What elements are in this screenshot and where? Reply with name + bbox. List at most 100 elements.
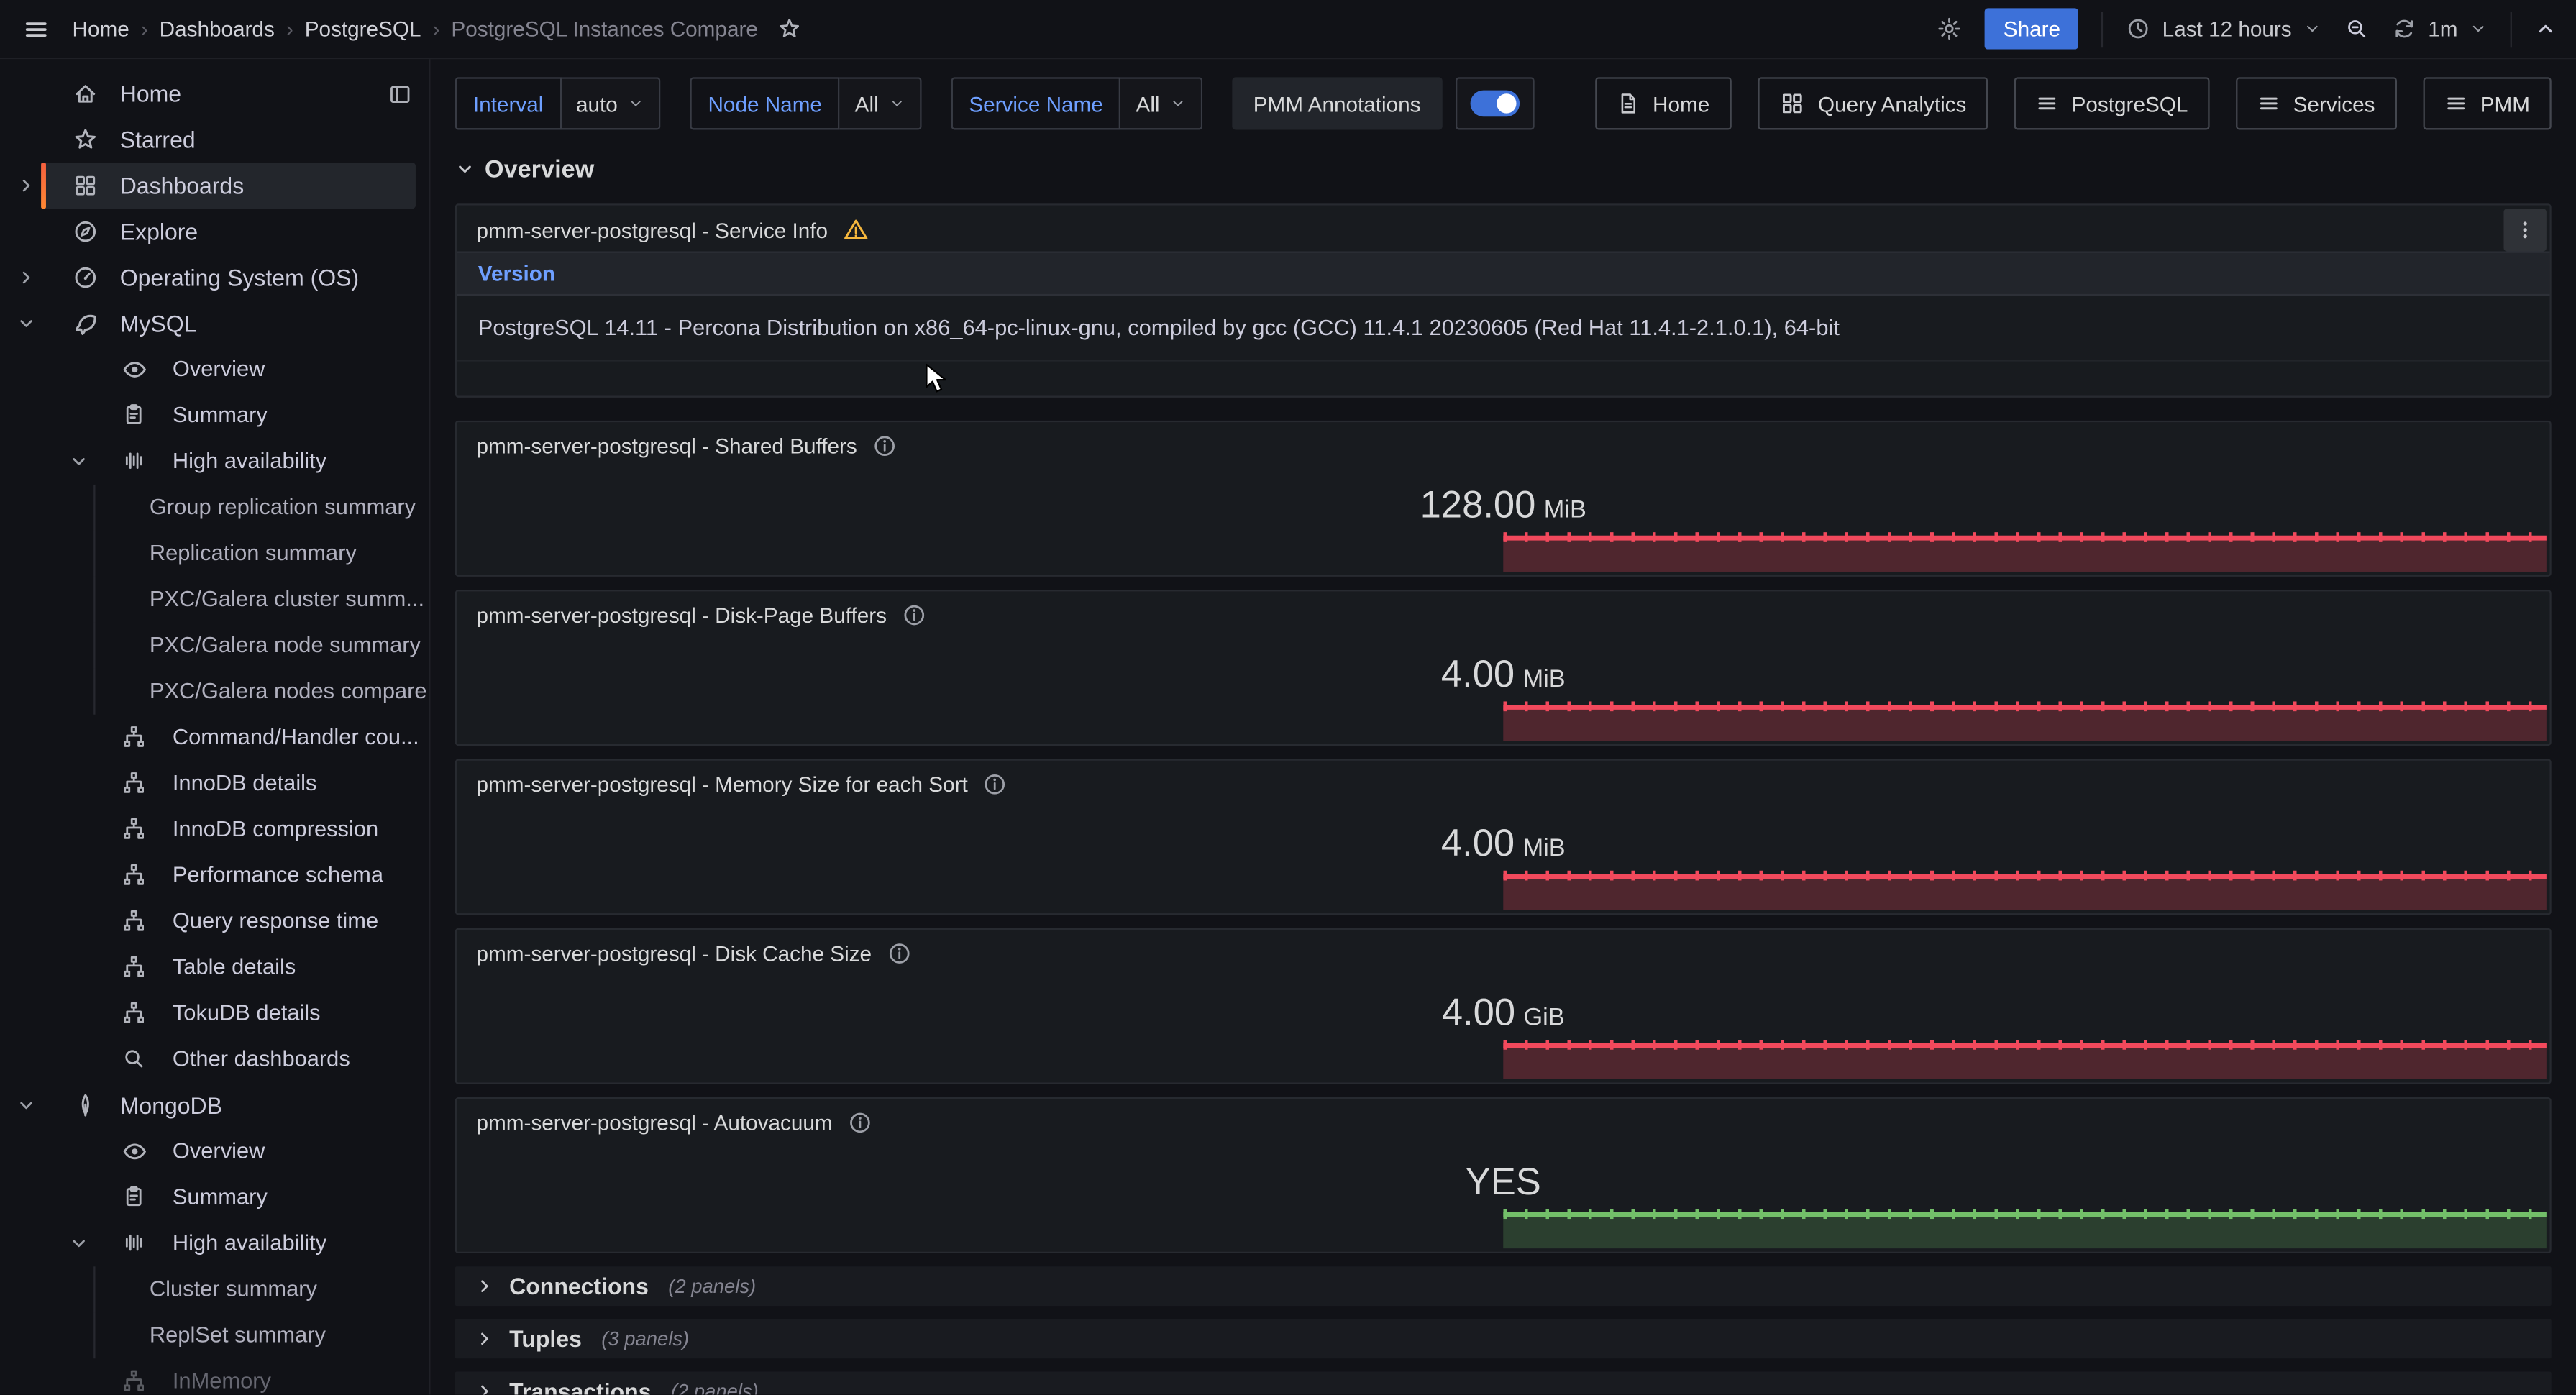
link-button-query-analytics[interactable]: Query Analytics [1758,77,1988,129]
sidebar-item-cluster-summary[interactable]: Cluster summary [0,1266,429,1312]
sidebar-item-label: Other dashboards [173,1046,350,1071]
panel-title[interactable]: pmm-server-postgresql - Disk-Page Buffer… [476,603,887,627]
sidebar-item-operating-system-os[interactable]: Operating System (OS) [0,255,429,301]
sidebar-item-pxc-galera-cluster-summ[interactable]: PXC/Galera cluster summ... [0,577,429,623]
info-circle-icon[interactable] [872,434,896,458]
sidebar-item-query-response-time[interactable]: Query response time [0,899,429,945]
variable-value-dropdown[interactable]: auto [561,77,660,129]
panel-title[interactable]: pmm-server-postgresql - Service Info [476,218,828,242]
refresh-interval-label: 1m [2428,17,2457,41]
info-circle-icon[interactable] [847,1110,872,1135]
variable-value: All [855,91,879,116]
sidebar-item-innodb-details[interactable]: InnoDB details [0,761,429,807]
favorite-star-icon[interactable] [777,17,802,41]
link-button-home[interactable]: Home [1595,77,1731,129]
stat-value: 4.00GiB [457,991,2549,1035]
share-button[interactable]: Share [1986,8,2079,49]
stat-value: 128.00MiB [457,483,2549,528]
sidebar-item-label: PXC/Galera cluster summ... [150,587,424,611]
chevron-right-icon[interactable] [17,175,36,195]
chevron-down-icon[interactable] [17,1096,36,1115]
collapse-header-chevron-up-icon[interactable] [2535,18,2557,40]
sidebar-item-group-replication-summary[interactable]: Group replication summary [0,485,429,531]
stat-panel-disk-cache-size: pmm-server-postgresql - Disk Cache Size 4… [455,928,2552,1084]
sidebar-item-innodb-compression[interactable]: InnoDB compression [0,807,429,853]
panel-menu-kebab-icon[interactable] [2503,209,2546,251]
link-button-pmm[interactable]: PMM [2423,77,2552,129]
variable-value-dropdown[interactable]: All [1121,77,1202,129]
sidebar-item-tokudb-details[interactable]: TokuDB details [0,991,429,1037]
info-circle-icon[interactable] [887,941,911,966]
gauge-icon [73,265,99,291]
sidebar-item-overview[interactable]: Overview [0,1128,429,1174]
clipboard-icon [122,403,146,427]
variable-label[interactable]: Service Name [951,77,1121,129]
sidebar-item-high-availability[interactable]: High availability [0,439,429,485]
chevron-right-icon[interactable] [17,267,36,287]
sidebar-item-performance-schema[interactable]: Performance schema [0,853,429,899]
collapsed-section-label: Transactions [509,1378,651,1395]
panel-title[interactable]: pmm-server-postgresql - Autovacuum [476,1110,832,1135]
chevron-down-icon[interactable] [69,1234,88,1253]
settings-gear-icon[interactable] [1937,17,1962,41]
variable-label[interactable]: Interval [455,77,562,129]
breadcrumb-home[interactable]: Home [73,17,129,41]
home-icon [73,81,99,107]
breadcrumb-current-page: PostgreSQL Instances Compare [451,17,757,41]
panel-title[interactable]: pmm-server-postgresql - Disk Cache Size [476,941,872,966]
breadcrumb-dashboards[interactable]: Dashboards [160,17,275,41]
link-button-postgresql[interactable]: PostgreSQL [2014,77,2209,129]
sidebar-item-starred[interactable]: Starred [0,116,429,163]
info-circle-icon[interactable] [902,603,926,627]
hamburger-menu-icon[interactable] [23,16,50,42]
sidebar-item-label: PXC/Galera node summary [150,633,421,657]
time-range-picker[interactable]: Last 12 hours [2126,17,2321,41]
info-circle-icon[interactable] [982,772,1007,797]
sidebar-item-home[interactable]: Home [0,70,429,116]
collapsed-section-transactions[interactable]: Transactions(2 panels) [455,1372,2552,1395]
sidebar-item-label: ReplSet summary [150,1322,326,1347]
section-header-overview[interactable]: Overview [455,152,2552,186]
sidebar-item-replset-summary[interactable]: ReplSet summary [0,1312,429,1358]
chevron-down-icon[interactable] [69,452,88,471]
zoom-out-icon[interactable] [2344,17,2369,41]
sidebar-item-overview[interactable]: Overview [0,347,429,393]
sidebar-item-inmemory[interactable]: InMemory [0,1358,429,1395]
sitemap-icon [122,1000,146,1025]
sidebar-item-mongodb[interactable]: MongoDB [0,1082,429,1128]
variable-value-dropdown[interactable]: All [840,77,921,129]
collapsed-section-tuples[interactable]: Tuples(3 panels) [455,1319,2552,1358]
table-column-header-version[interactable]: Version [457,252,2549,296]
chevron-down-icon[interactable] [17,314,36,333]
sidebar-item-replication-summary[interactable]: Replication summary [0,531,429,577]
variable-label[interactable]: Node Name [690,77,840,129]
sidebar-item-pxc-galera-nodes-compare[interactable]: PXC/Galera nodes compare [0,669,429,715]
sidebar-item-label: Operating System (OS) [120,265,359,291]
panel-title[interactable]: pmm-server-postgresql - Shared Buffers [476,434,857,458]
sidebar-item-mysql[interactable]: MySQL [0,301,429,347]
list-icon [2257,92,2280,115]
stat-number: 128.00 [1420,483,1536,526]
sidebar-item-other-dashboards[interactable]: Other dashboards [0,1036,429,1082]
dock-sidebar-icon[interactable] [388,82,412,106]
sidebar-item-high-availability[interactable]: High availability [0,1220,429,1266]
collapsed-section-connections[interactable]: Connections(2 panels) [455,1266,2552,1306]
panel-title[interactable]: pmm-server-postgresql - Memory Size for … [476,772,967,797]
sidebar-item-label: High availability [173,449,326,473]
pmm-annotations-toggle[interactable] [1455,77,1534,129]
sidebar-item-summary[interactable]: Summary [0,1174,429,1220]
sidebar-item-explore[interactable]: Explore [0,209,429,255]
sidebar-item-summary[interactable]: Summary [0,393,429,439]
sidebar-item-pxc-galera-node-summary[interactable]: PXC/Galera node summary [0,623,429,669]
refresh-picker[interactable]: 1m [2392,17,2488,41]
breadcrumb-postgresql[interactable]: PostgreSQL [305,17,421,41]
sidebar-item-dashboards[interactable]: Dashboards [0,163,429,209]
chevron-right-icon [475,1381,494,1395]
sidebar-item-table-details[interactable]: Table details [0,945,429,991]
divider [2511,11,2512,47]
link-button-label: Query Analytics [1818,91,1966,116]
link-button-services[interactable]: Services [2236,77,2397,129]
toggle-on-switch[interactable] [1470,91,1520,117]
warning-triangle-icon[interactable] [843,217,869,244]
sidebar-item-command-handler-cou[interactable]: Command/Handler cou... [0,715,429,761]
